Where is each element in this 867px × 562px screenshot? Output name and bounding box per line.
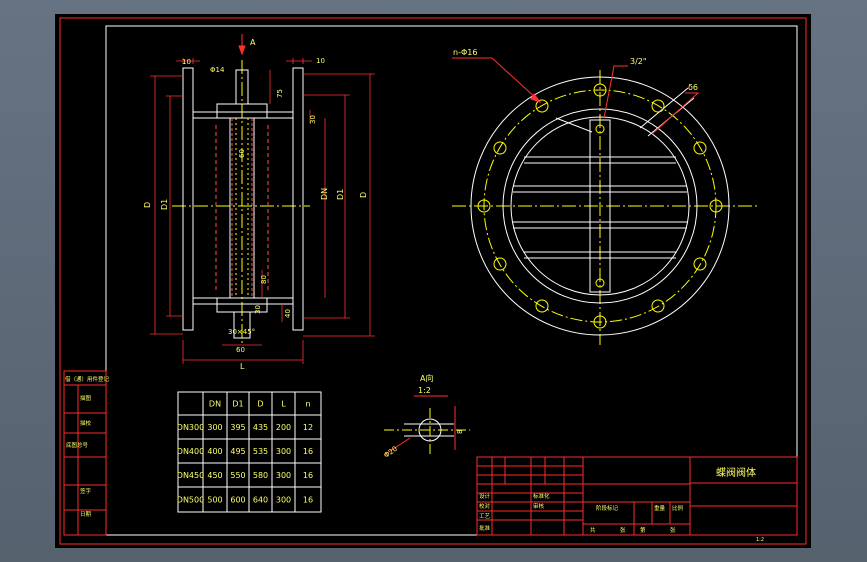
table-cell: 300 [276, 447, 291, 456]
table-cell: DN300 [177, 423, 204, 432]
table-cell: 600 [230, 496, 245, 505]
side-label-tracing: 描图 [80, 394, 92, 402]
dim-10-right: 10 [316, 57, 325, 65]
table-cell: 495 [230, 447, 245, 456]
tb-sheet-d: 张 [670, 526, 676, 534]
dim-D-right: D [359, 192, 368, 198]
dim-60-bottom: 60 [236, 346, 245, 354]
label-thread: 3/2" [630, 57, 647, 66]
dim-40: 40 [284, 309, 292, 318]
drawing-title: 蝶阀阀体 [716, 466, 756, 479]
tb-sheet-b: 张 [620, 526, 626, 534]
table-cell: DN500 [177, 496, 204, 505]
dim-D1-left: D1 [160, 199, 169, 210]
tb-sheet-a: 共 [590, 526, 596, 534]
table-header-cell: D1 [232, 400, 243, 409]
table-cell: 640 [253, 496, 268, 505]
dim-80: 80 [260, 275, 268, 284]
dim-75: 75 [276, 89, 284, 98]
dim-L: L [240, 362, 245, 371]
tb-mark: 1:2 [756, 537, 764, 543]
table-cell: 395 [230, 423, 245, 432]
side-label-base-no: 底图总号 [66, 441, 89, 449]
a-view-title: A向 [420, 373, 433, 383]
table-cell: 535 [253, 447, 268, 456]
tb-scale-label: 比例 [672, 504, 684, 512]
table-header-cell: DN [209, 400, 221, 409]
dim-60: 60 [238, 149, 246, 158]
dim-D-left: D [143, 202, 152, 208]
table-header-cell: D [257, 400, 263, 409]
side-label-register: 借（通）用件登记 [65, 375, 110, 383]
dim-30: 30 [309, 115, 317, 124]
table-cell: 16 [303, 496, 313, 505]
tb-standardization: 标准化 [533, 492, 550, 500]
table-header-cell: L [281, 400, 286, 409]
a-view-dim-8: 8 [456, 430, 464, 434]
tb-review: 审核 [533, 502, 545, 510]
table-cell: 400 [207, 447, 222, 456]
tb-process: 工艺 [479, 513, 491, 520]
dim-D1-right: D1 [336, 189, 345, 200]
table-cell: 16 [303, 447, 313, 456]
dim-10-left: 10 [182, 58, 191, 66]
tb-check: 校对 [479, 502, 491, 510]
tb-stage-label: 阶段标记 [596, 504, 619, 512]
table-header-cell: n [305, 400, 310, 409]
table-cell: 12 [303, 423, 313, 432]
dim-DN: DN [320, 188, 329, 200]
side-label-sign: 签字 [80, 487, 92, 495]
table-cell: DN400 [177, 447, 204, 456]
cad-viewport[interactable]: A 10 Φ14 10 75 30 60 D D1 DN D1 D 80 40 … [0, 0, 867, 562]
table-cell: 500 [207, 496, 222, 505]
table-cell: 580 [253, 471, 268, 480]
table-cell: DN450 [177, 471, 204, 480]
a-view-scale: 1:2 [418, 386, 431, 395]
table-cell: 550 [230, 471, 245, 480]
table-cell: 16 [303, 471, 313, 480]
drawing-canvas[interactable]: A 10 Φ14 10 75 30 60 D D1 DN D1 D 80 40 … [0, 0, 867, 562]
dim-phi14: Φ14 [210, 66, 225, 74]
table-cell: 300 [207, 423, 222, 432]
view-arrow-label: A [250, 38, 256, 47]
table-cell: 300 [276, 496, 291, 505]
label-bolt-holes: n-Φ16 [453, 48, 477, 57]
side-label-trace-check: 描校 [80, 419, 92, 427]
table-cell: 200 [276, 423, 291, 432]
tb-approve: 批准 [479, 524, 491, 532]
table-cell: 300 [276, 471, 291, 480]
dim-chamfer: 30×45° [228, 328, 255, 336]
dim-30-lower: 30 [254, 305, 262, 314]
side-label-date: 日期 [80, 511, 92, 518]
tb-weight-label: 重量 [654, 504, 666, 512]
table-cell: 435 [253, 423, 268, 432]
table-cell: 450 [207, 471, 222, 480]
tb-sheet-c: 第 [640, 526, 646, 534]
drawing-sheet [55, 14, 811, 548]
tb-design: 设计 [479, 492, 491, 500]
label-delta: δ6 [688, 83, 698, 92]
